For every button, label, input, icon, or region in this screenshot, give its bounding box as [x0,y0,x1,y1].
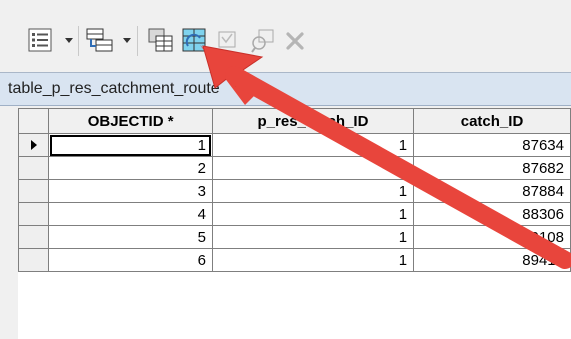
row-selector[interactable] [18,179,50,203]
related-tables-button[interactable] [85,26,115,54]
cell-catch-id[interactable]: 89418 [413,248,571,272]
table-tab[interactable]: table_p_res_catchment_route [0,72,571,106]
cell-p-res-catch-id[interactable]: 1 [211,248,415,272]
cell-objectid[interactable]: 2 [48,156,213,180]
toolbar [0,0,571,72]
clear-selection-button[interactable] [217,29,239,51]
cell-catch-id[interactable]: 88306 [413,202,571,226]
attribute-grid: OBJECTID * p_res_catch_ID catch_ID 1 1 876… [18,108,571,272]
cell-objectid[interactable]: 6 [48,248,213,272]
select-by-attributes-icon [148,28,173,52]
cell-objectid[interactable]: 3 [48,179,213,203]
delete-selected-icon [286,32,304,50]
cell-objectid[interactable]: 1 [48,133,213,157]
clear-selection-icon [218,31,236,48]
cell-p-res-catch-id[interactable]: 1 [211,225,415,249]
header-row: OBJECTID * p_res_catch_ID catch_ID [18,108,571,134]
column-header-objectid[interactable]: OBJECTID * [48,108,213,134]
attribute-table: OBJECTID * p_res_catch_ID catch_ID 1 1 876… [18,108,571,339]
delete-selected-button[interactable] [284,30,306,52]
related-tables-dropdown-icon[interactable] [123,38,131,43]
toolbar-separator [78,26,79,56]
cell-catch-id[interactable]: 87634 [413,133,571,157]
select-by-attributes-button[interactable] [147,27,175,53]
switch-selection-icon [182,28,206,52]
table-row[interactable]: 3 1 87884 [18,179,571,203]
cell-p-res-catch-id[interactable]: 1 [211,133,415,157]
cell-catch-id[interactable]: 87884 [413,179,571,203]
toolbar-separator [137,26,138,56]
zoom-to-selected-icon [251,29,274,53]
table-row[interactable]: 5 1 89108 [18,225,571,249]
column-header-catch-id[interactable]: catch_ID [413,108,571,134]
table-row[interactable]: 2 1 87682 [18,156,571,180]
row-selector[interactable] [18,225,50,249]
row-selector[interactable] [18,133,50,157]
select-all-corner[interactable] [18,108,50,134]
table-options-dropdown-icon[interactable] [65,38,73,43]
switch-selection-button[interactable] [180,26,208,54]
table-name-label: table_p_res_catchment_route [8,80,220,97]
table-options-button[interactable] [27,27,53,53]
row-selector[interactable] [18,202,50,226]
cell-objectid[interactable]: 4 [48,202,213,226]
zoom-to-selected-button[interactable] [250,28,276,54]
cell-catch-id[interactable]: 87682 [413,156,571,180]
cell-objectid[interactable]: 5 [48,225,213,249]
current-row-icon [30,139,37,150]
row-selector[interactable] [18,248,50,272]
table-row[interactable]: 6 1 89418 [18,248,571,272]
table-row[interactable]: 4 1 88306 [18,202,571,226]
cell-p-res-catch-id[interactable]: 1 [211,179,415,203]
column-header-p-res-catch-id[interactable]: p_res_catch_ID [211,108,415,134]
cell-catch-id[interactable]: 89108 [413,225,571,249]
table-options-icon [28,28,52,52]
row-selector[interactable] [18,156,50,180]
cell-p-res-catch-id[interactable]: 1 [211,156,415,180]
cell-p-res-catch-id[interactable]: 1 [211,202,415,226]
table-row[interactable]: 1 1 87634 [18,133,571,157]
related-tables-icon [86,28,113,52]
